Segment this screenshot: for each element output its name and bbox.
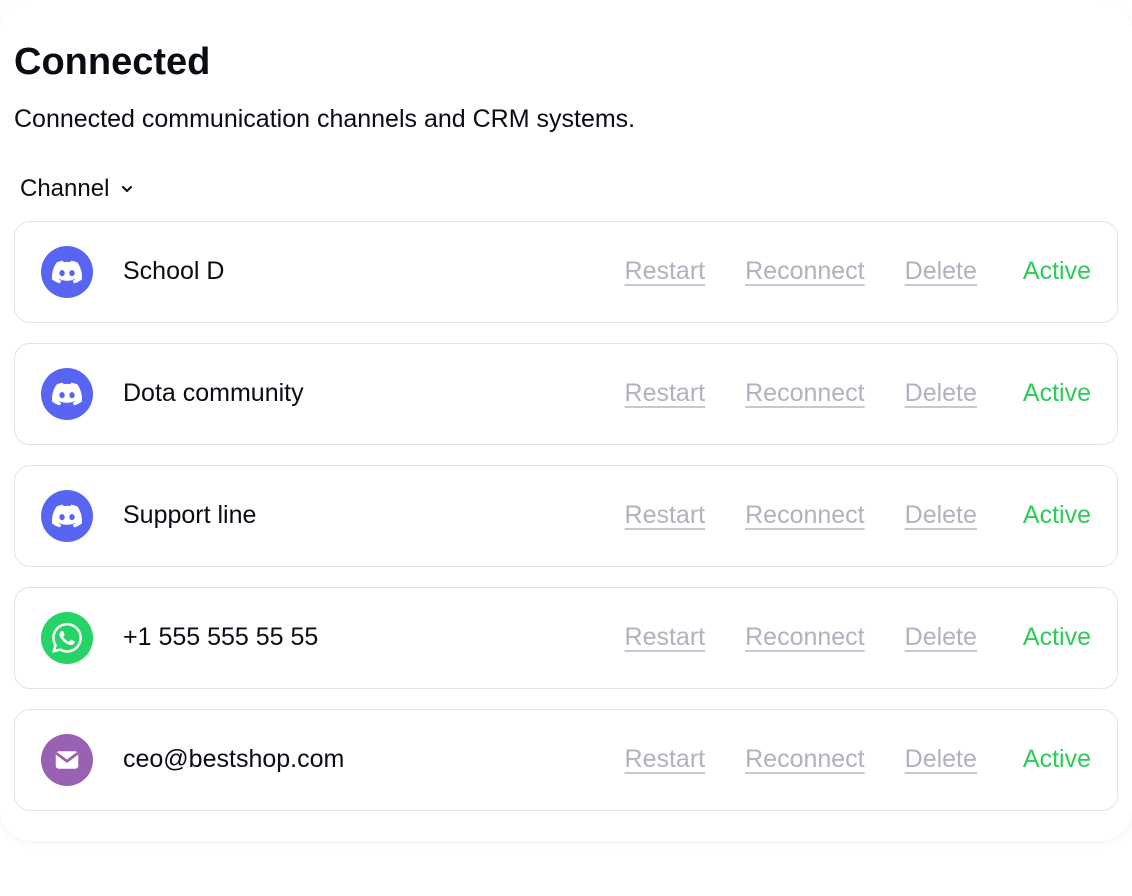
- discord-icon: [41, 246, 93, 298]
- channel-name: ceo@bestshop.com: [123, 745, 595, 774]
- status-badge: Active: [1023, 379, 1091, 408]
- restart-button[interactable]: Restart: [625, 745, 706, 774]
- channel-actions: Restart Reconnect Delete Active: [625, 257, 1091, 286]
- channel-row: Dota community Restart Reconnect Delete …: [14, 343, 1118, 445]
- channel-info: ceo@bestshop.com: [123, 745, 595, 774]
- delete-button[interactable]: Delete: [905, 379, 977, 408]
- page-subtitle: Connected communication channels and CRM…: [14, 102, 1118, 137]
- channel-info: Dota community: [123, 379, 595, 408]
- status-badge: Active: [1023, 623, 1091, 652]
- discord-icon: [41, 368, 93, 420]
- channel-name: Dota community: [123, 379, 595, 408]
- channel-actions: Restart Reconnect Delete Active: [625, 379, 1091, 408]
- channel-row: ceo@bestshop.com Restart Reconnect Delet…: [14, 709, 1118, 811]
- channel-name: Support line: [123, 501, 595, 530]
- channel-info: +1 555 555 55 55: [123, 623, 595, 652]
- channel-info: Support line: [123, 501, 595, 530]
- reconnect-button[interactable]: Reconnect: [745, 379, 865, 408]
- reconnect-button[interactable]: Reconnect: [745, 501, 865, 530]
- channel-name: School D: [123, 257, 595, 286]
- delete-button[interactable]: Delete: [905, 257, 977, 286]
- reconnect-button[interactable]: Reconnect: [745, 623, 865, 652]
- reconnect-button[interactable]: Reconnect: [745, 257, 865, 286]
- channel-actions: Restart Reconnect Delete Active: [625, 745, 1091, 774]
- sort-label: Channel: [20, 175, 109, 203]
- channel-info: School D: [123, 257, 595, 286]
- channel-row: +1 555 555 55 55 Restart Reconnect Delet…: [14, 587, 1118, 689]
- channel-row: School D Restart Reconnect Delete Active: [14, 221, 1118, 323]
- channel-actions: Restart Reconnect Delete Active: [625, 501, 1091, 530]
- connected-channels-card: Connected Connected communication channe…: [0, 0, 1132, 841]
- restart-button[interactable]: Restart: [625, 379, 706, 408]
- delete-button[interactable]: Delete: [905, 623, 977, 652]
- delete-button[interactable]: Delete: [905, 501, 977, 530]
- restart-button[interactable]: Restart: [625, 257, 706, 286]
- status-badge: Active: [1023, 501, 1091, 530]
- whatsapp-icon: [41, 612, 93, 664]
- channel-name: +1 555 555 55 55: [123, 623, 595, 652]
- chevron-down-icon: [119, 181, 135, 197]
- discord-icon: [41, 490, 93, 542]
- channel-row: Support line Restart Reconnect Delete Ac…: [14, 465, 1118, 567]
- status-badge: Active: [1023, 257, 1091, 286]
- email-icon: [41, 734, 93, 786]
- reconnect-button[interactable]: Reconnect: [745, 745, 865, 774]
- channel-sort-dropdown[interactable]: Channel: [20, 175, 135, 203]
- channel-list: School D Restart Reconnect Delete Active…: [14, 221, 1118, 811]
- channel-actions: Restart Reconnect Delete Active: [625, 623, 1091, 652]
- page-title: Connected: [14, 40, 1118, 86]
- delete-button[interactable]: Delete: [905, 745, 977, 774]
- restart-button[interactable]: Restart: [625, 501, 706, 530]
- restart-button[interactable]: Restart: [625, 623, 706, 652]
- status-badge: Active: [1023, 745, 1091, 774]
